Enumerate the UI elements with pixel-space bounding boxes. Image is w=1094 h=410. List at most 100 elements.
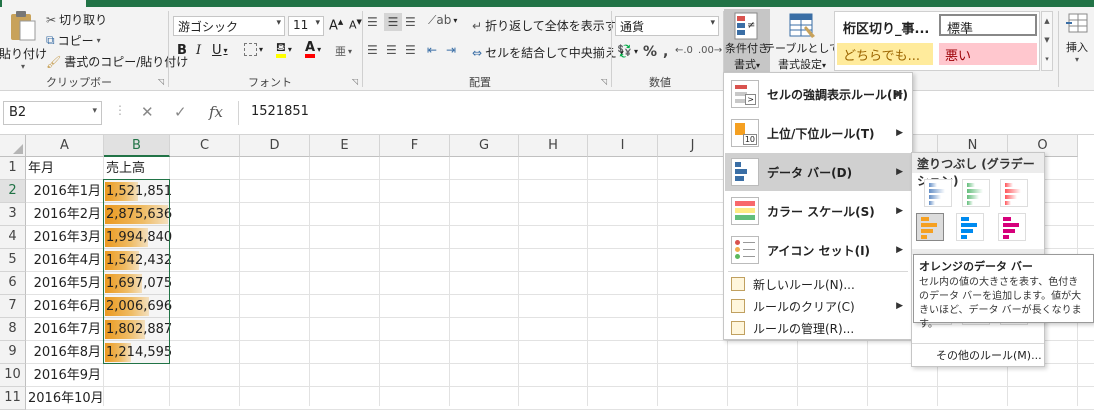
- percent-button[interactable]: %: [643, 44, 657, 60]
- align-left-button[interactable]: ☰: [367, 43, 378, 57]
- menu-item-highlight-rules[interactable]: > セルの強調表示ルール(H) ▶: [725, 75, 911, 113]
- cell-a4[interactable]: 2016年3月: [28, 226, 104, 249]
- font-size-combo[interactable]: 11 ▾: [288, 16, 324, 36]
- decrease-font-size-button[interactable]: A▼: [349, 18, 362, 32]
- row-header-1[interactable]: 1: [0, 157, 26, 180]
- cell-a8[interactable]: 2016年7月: [28, 318, 104, 341]
- row-header-2[interactable]: 2: [0, 180, 26, 203]
- cell-style-comma[interactable]: 桁区切り_事...: [837, 16, 933, 38]
- copy-button[interactable]: ⧉ コピー ▾: [46, 32, 101, 49]
- row-header-9[interactable]: 9: [0, 341, 26, 364]
- data-bar-swatch-green[interactable]: [962, 179, 990, 207]
- align-top-button[interactable]: ☰: [367, 15, 378, 29]
- data-bar-swatch-red[interactable]: [1000, 179, 1028, 207]
- align-right-button[interactable]: ☰: [405, 43, 416, 57]
- name-box[interactable]: B2 ▾: [3, 101, 102, 125]
- chevron-down-icon[interactable]: ▾: [92, 106, 97, 116]
- underline-button[interactable]: U ▾: [212, 43, 228, 58]
- accounting-format-button[interactable]: 💱 ▾: [617, 44, 638, 58]
- menu-item-clear-rules[interactable]: ルールのクリア(C) ▶: [725, 295, 911, 317]
- italic-button[interactable]: I: [196, 43, 201, 58]
- column-header-d[interactable]: D: [240, 135, 310, 157]
- row-header-5[interactable]: 5: [0, 249, 26, 272]
- align-center-button[interactable]: ☰: [386, 43, 397, 57]
- row-header-6[interactable]: 6: [0, 272, 26, 295]
- cancel-icon[interactable]: ✕: [141, 103, 154, 121]
- align-bottom-button[interactable]: ☰: [405, 15, 416, 29]
- column-header-j[interactable]: J: [658, 135, 728, 157]
- menu-item-new-rule[interactable]: 新しいルール(N)...: [725, 273, 911, 295]
- data-bar-swatch-purple[interactable]: [998, 213, 1026, 241]
- wrap-text-button[interactable]: ↵ 折り返して全体を表示する: [472, 17, 629, 34]
- select-all-corner[interactable]: [0, 135, 26, 157]
- bold-button[interactable]: B: [177, 43, 187, 58]
- increase-indent-button[interactable]: ⇥: [446, 43, 456, 57]
- chevron-down-icon[interactable]: ▼: [1042, 31, 1052, 50]
- column-header-e[interactable]: E: [310, 135, 380, 157]
- data-bar-swatch-light-blue[interactable]: [956, 213, 984, 241]
- more-rules-item[interactable]: その他のルール(M)...: [936, 347, 1042, 363]
- cell-b1[interactable]: 売上高: [106, 157, 170, 180]
- cell-a1[interactable]: 年月: [28, 157, 104, 180]
- fill-color-button[interactable]: ⛾ ▾: [276, 41, 292, 58]
- cell-a2[interactable]: 2016年1月: [28, 180, 104, 203]
- orientation-button[interactable]: ⟋ab ▾: [428, 13, 457, 28]
- insert-function-icon[interactable]: fx: [209, 103, 223, 121]
- row-header-8[interactable]: 8: [0, 318, 26, 341]
- menu-item-icon-sets[interactable]: アイコン セット(I) ▶: [725, 231, 911, 269]
- increase-decimal-button[interactable]: ←.0: [675, 45, 693, 56]
- borders-button[interactable]: ▾: [244, 43, 263, 56]
- data-bar-swatch-blue[interactable]: [924, 179, 952, 207]
- dialog-launcher-icon[interactable]: ◹: [158, 77, 164, 86]
- menu-item-manage-rules[interactable]: ルールの管理(R)...: [725, 317, 911, 339]
- font-name-combo[interactable]: 游ゴシック ▾: [173, 16, 285, 36]
- row-header-7[interactable]: 7: [0, 295, 26, 318]
- cut-button[interactable]: ✂ 切り取り: [46, 11, 107, 28]
- menu-item-top-bottom-rules[interactable]: 10 上位/下位ルール(T) ▶: [725, 114, 911, 152]
- row-header-3[interactable]: 3: [0, 203, 26, 226]
- font-color-button[interactable]: A ▾: [305, 41, 321, 58]
- decrease-indent-button[interactable]: ⇤: [427, 43, 437, 57]
- align-middle-button[interactable]: ☰: [384, 13, 402, 31]
- cell-style-neutral[interactable]: どちらでも...: [837, 43, 933, 65]
- menu-item-color-scales[interactable]: カラー スケール(S) ▶: [725, 192, 911, 230]
- menu-item-data-bars[interactable]: データ バー(D) ▶: [725, 153, 911, 191]
- increase-font-size-button[interactable]: A▲: [329, 18, 343, 33]
- cell-a3[interactable]: 2016年2月: [28, 203, 104, 226]
- insert-button[interactable]: 挿入 ▾: [1062, 11, 1092, 67]
- cell-a11[interactable]: 2016年10月: [28, 387, 104, 410]
- cell-a10[interactable]: 2016年9月: [28, 364, 104, 387]
- phonetic-button[interactable]: 亜 ▾: [335, 43, 352, 59]
- merge-center-button[interactable]: ⇔ セルを結合して中央揃え ▾: [472, 44, 624, 61]
- gallery-more-icon[interactable]: ▾: [1042, 50, 1052, 69]
- column-header-i[interactable]: I: [588, 135, 658, 157]
- dialog-launcher-icon[interactable]: ◹: [352, 77, 358, 86]
- format-painter-button[interactable]: 🖌 書式のコピー/貼り付け: [46, 53, 188, 70]
- row-header-10[interactable]: 10: [0, 364, 26, 387]
- data-bar-swatch-orange[interactable]: [916, 213, 944, 241]
- decrease-decimal-button[interactable]: .00→: [698, 45, 722, 56]
- row-header-11[interactable]: 11: [0, 387, 26, 410]
- chevron-up-icon[interactable]: ▲: [1042, 12, 1052, 31]
- column-header-a[interactable]: A: [26, 135, 104, 157]
- row-header-4[interactable]: 4: [0, 226, 26, 249]
- cell-a9[interactable]: 2016年8月: [28, 341, 104, 364]
- column-header-g[interactable]: G: [450, 135, 519, 157]
- dialog-launcher-icon[interactable]: ◹: [601, 77, 607, 86]
- column-header-f[interactable]: F: [380, 135, 450, 157]
- comma-button[interactable]: ,: [663, 44, 668, 60]
- number-format-combo[interactable]: 通貨 ▾: [615, 16, 719, 36]
- paste-button[interactable]: 貼り付け ▾: [0, 9, 47, 71]
- cell-a6[interactable]: 2016年5月: [28, 272, 104, 295]
- format-as-table-button[interactable]: テーブルとして 書式設定▾: [764, 9, 840, 73]
- cell-style-normal[interactable]: 標準: [939, 14, 1037, 36]
- formula-input[interactable]: 1521851: [238, 101, 1094, 125]
- cell-a5[interactable]: 2016年4月: [28, 249, 104, 272]
- column-header-c[interactable]: C: [170, 135, 240, 157]
- column-header-h[interactable]: H: [519, 135, 588, 157]
- cell-style-bad[interactable]: 悪い: [939, 43, 1037, 65]
- enter-check-icon[interactable]: ✓: [174, 103, 187, 121]
- styles-gallery-scroll[interactable]: ▲ ▼ ▾: [1041, 11, 1053, 71]
- cell-a7[interactable]: 2016年6月: [28, 295, 104, 318]
- column-header-b[interactable]: B: [104, 135, 170, 157]
